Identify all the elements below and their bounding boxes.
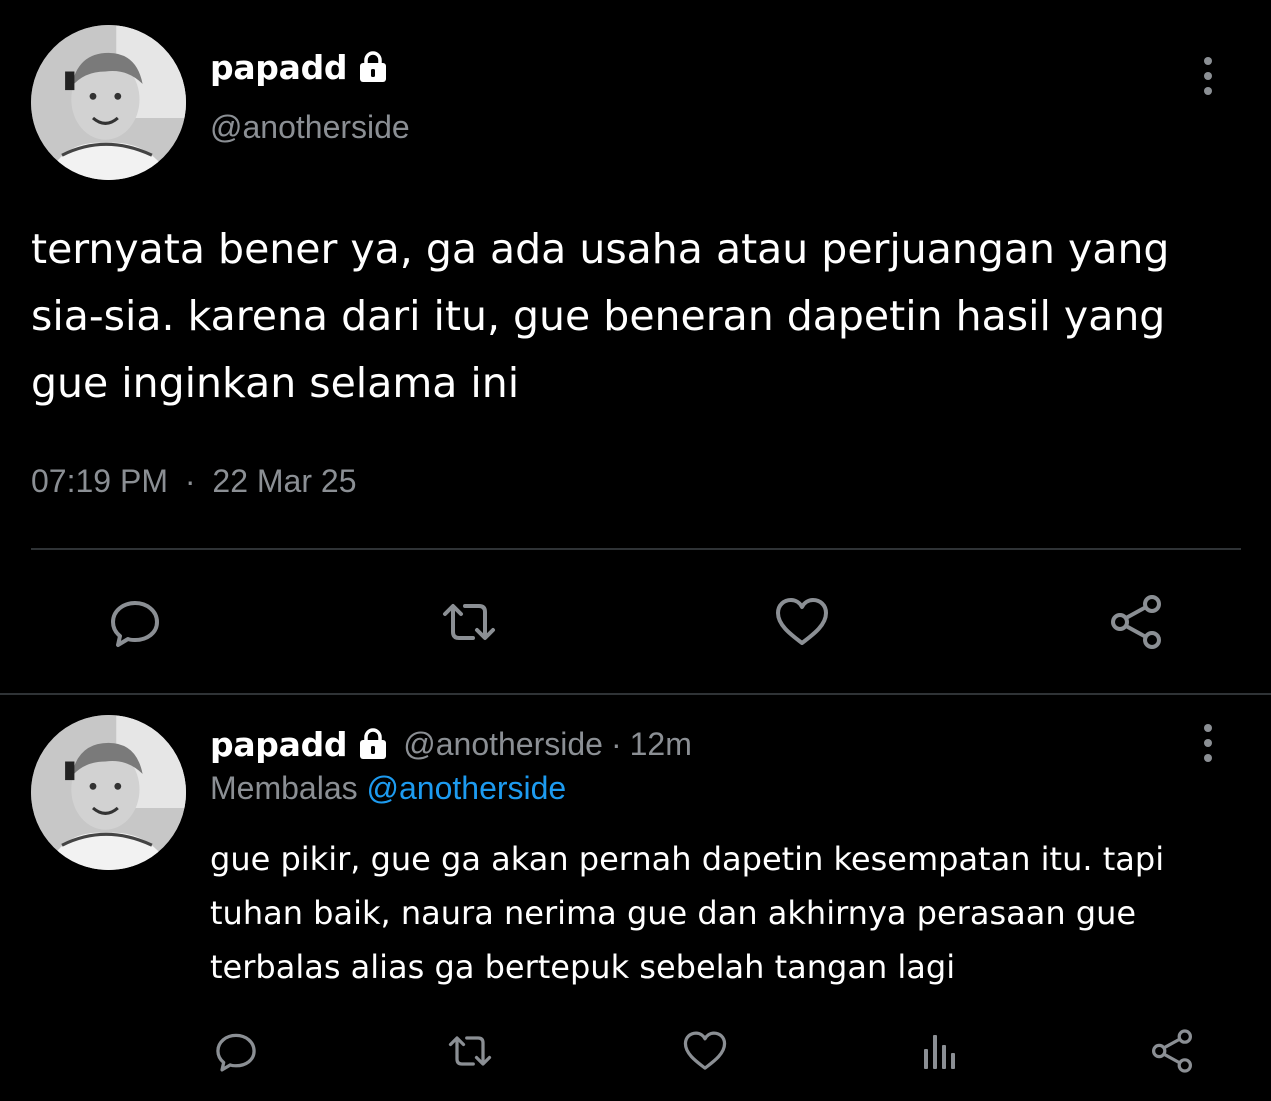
retweet-icon	[448, 1036, 492, 1066]
more-vertical-icon[interactable]	[1198, 57, 1218, 95]
tweet-text-line: ternyata bener ya, ga ada usaha atau per…	[31, 225, 1170, 273]
share-icon	[1111, 595, 1161, 649]
tweet-text-line: gue inginkan selama ini	[31, 359, 520, 407]
reply-button[interactable]	[103, 590, 167, 654]
tweet-text: ternyata bener ya, ga ada usaha atau per…	[31, 216, 1241, 417]
author-name[interactable]: papadd	[210, 48, 348, 87]
share-button[interactable]	[1104, 590, 1168, 654]
reply-text-line: gue pikir, gue ga akan pernah dapetin ke…	[210, 840, 1165, 878]
timestamp-separator: ·	[184, 463, 196, 499]
reply-author-name[interactable]: papadd	[210, 725, 348, 764]
reply-views-button[interactable]	[912, 1025, 964, 1077]
more-vertical-icon[interactable]	[1198, 724, 1218, 762]
like-button[interactable]	[770, 590, 834, 654]
reply-text-line: terbalas alias ga bertepuk sebelah tanga…	[210, 948, 956, 986]
divider	[31, 548, 1241, 550]
share-icon	[1152, 1029, 1192, 1073]
reply-text-line: tuhan baik, naura nerima gue dan akhirny…	[210, 894, 1137, 932]
replying-label: Membalas	[210, 770, 358, 806]
reply-share-button[interactable]	[1146, 1025, 1198, 1077]
tweet-timestamp: 07:19 PM · 22 Mar 25	[31, 463, 356, 500]
views-icon	[924, 1035, 955, 1069]
reply-text: gue pikir, gue ga akan pernah dapetin ke…	[210, 832, 1250, 994]
retweet-button[interactable]	[437, 590, 501, 654]
author-handle[interactable]: @anotherside	[210, 109, 410, 146]
comment-icon	[216, 1033, 256, 1072]
reply-age: 12m	[629, 725, 692, 762]
retweet-icon	[443, 604, 495, 640]
lock-icon	[355, 727, 391, 761]
avatar[interactable]	[31, 25, 186, 180]
tweet-text-line: sia-sia. karena dari itu, gue beneran da…	[31, 292, 1166, 340]
reply-like-button[interactable]	[679, 1025, 731, 1077]
reply-dot-separator: ·	[610, 725, 622, 762]
reply-comment-button[interactable]	[210, 1025, 262, 1077]
reply-avatar[interactable]	[31, 715, 186, 870]
reply-author-handle[interactable]: @anotherside	[403, 726, 603, 763]
heart-icon	[776, 598, 828, 645]
replying-to-handle[interactable]: @anotherside	[367, 770, 567, 806]
tweet-date: 22 Mar 25	[212, 463, 357, 499]
divider	[0, 693, 1271, 695]
comment-icon	[111, 601, 159, 647]
lock-icon	[355, 50, 391, 84]
reply-header: papadd @anotherside · 12m	[210, 721, 692, 767]
author-name-row[interactable]: papadd	[210, 44, 391, 90]
replying-to: Membalas @anotherside	[210, 770, 566, 807]
tweet-time: 07:19 PM	[31, 463, 168, 499]
heart-icon	[683, 1031, 727, 1070]
reply-retweet-button[interactable]	[444, 1025, 496, 1077]
